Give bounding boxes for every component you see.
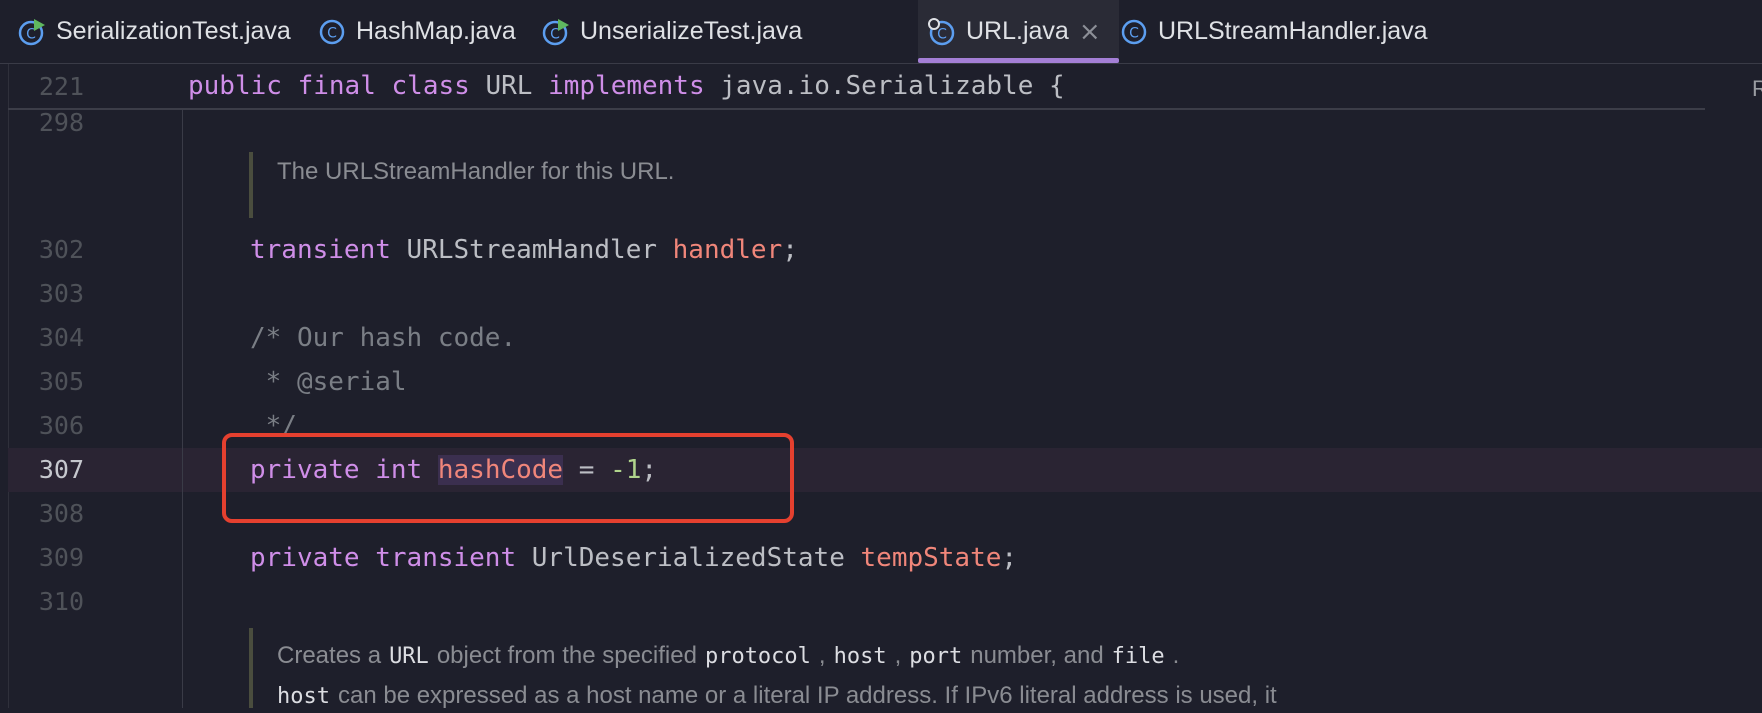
tab-label: UnserializeTest.java: [580, 17, 803, 45]
doc-text: can be expressed as a host name or a lit…: [337, 682, 1277, 709]
scrollbar-marker: R: [1752, 76, 1762, 101]
type-name: UrlDeserializedState: [531, 543, 845, 573]
java-class-icon: C: [1121, 19, 1147, 44]
interface-name: java.io.Serializable: [720, 71, 1034, 101]
line-number: 304: [38, 323, 84, 352]
svg-text:C: C: [327, 25, 337, 41]
type-name: URLStreamHandler: [406, 235, 657, 265]
line-number: 303: [38, 279, 84, 308]
line-number: 308: [38, 499, 84, 528]
doc-comment-bar: [249, 628, 253, 708]
doc-code: host: [277, 684, 330, 709]
class-name: URL: [485, 71, 533, 101]
line-number-current: 307: [38, 455, 84, 484]
brace: {: [1049, 71, 1065, 101]
doc-text: .: [1172, 642, 1180, 669]
semicolon: ;: [782, 235, 798, 265]
rendered-doc-comment: Creates a URL object from the specified pro…: [277, 640, 1179, 673]
tab-urlstreamhandler[interactable]: C URLStreamHandler.java: [1120, 0, 1428, 63]
keyword: final: [297, 71, 376, 101]
keyword: public: [188, 71, 282, 101]
java-class-icon: C: [319, 19, 345, 44]
tab-label: URLStreamHandler.java: [1158, 17, 1428, 45]
svg-text:C: C: [937, 26, 947, 42]
doc-code: file: [1111, 644, 1165, 669]
svg-text:C: C: [1129, 25, 1139, 41]
java-run-class-icon: C: [542, 18, 569, 45]
sticky-class-header[interactable]: public final class URL implements java.i…: [188, 70, 1065, 102]
field-name: handler: [672, 235, 783, 265]
keyword: implements: [548, 71, 705, 101]
tab-label: SerializationTest.java: [56, 17, 291, 45]
doc-code: URL: [389, 644, 429, 669]
field-name: tempState: [860, 543, 1002, 573]
editor-tab-bar: C SerializationTest.java C HashMap.java …: [0, 0, 1762, 64]
doc-text: ,: [818, 642, 826, 669]
gutter-separator: [182, 110, 183, 708]
doc-comment-bar: [249, 152, 253, 218]
editor-left-border: [8, 64, 9, 708]
code-line-309[interactable]: private transient UrlDeserializedState t…: [250, 542, 1017, 574]
keyword: transient: [250, 235, 391, 265]
doc-code: host: [833, 644, 887, 669]
doc-code: protocol: [704, 644, 811, 669]
rendered-doc-comment: host can be expressed as a host name or a…: [277, 680, 1277, 713]
line-number: 305: [38, 367, 84, 396]
tab-unserializetest[interactable]: C UnserializeTest.java: [542, 0, 802, 63]
doc-text: object from the specified: [436, 642, 697, 669]
code-line-302[interactable]: transient URLStreamHandler handler;: [250, 234, 798, 266]
tab-hashmap[interactable]: C HashMap.java: [318, 0, 516, 63]
keyword: private: [250, 543, 360, 573]
doc-text: number, and: [970, 642, 1104, 669]
line-number: 302: [38, 235, 84, 264]
line-number: 310: [38, 587, 84, 616]
doc-text: Creates a: [277, 642, 382, 669]
java-run-class-icon: C: [18, 18, 45, 45]
line-number: 298: [38, 108, 84, 137]
line-number: 306: [38, 411, 84, 440]
rendered-doc-comment: The URLStreamHandler for this URL.: [277, 158, 675, 185]
java-class-icon: C: [928, 17, 955, 45]
code-comment[interactable]: /* Our hash code.: [250, 322, 516, 354]
line-number: 221: [38, 72, 84, 101]
tab-serializationtest[interactable]: C SerializationTest.java: [18, 0, 291, 63]
semicolon: ;: [1001, 543, 1018, 573]
tab-label: URL.java: [966, 17, 1069, 45]
close-icon[interactable]: ×: [1079, 17, 1101, 47]
doc-code: port: [909, 644, 963, 669]
tab-label: HashMap.java: [356, 17, 516, 45]
line-number: 309: [38, 543, 84, 572]
keyword: class: [391, 71, 470, 101]
tab-url-java[interactable]: C URL.java ×: [918, 0, 1119, 63]
sticky-header-separator: [8, 108, 1705, 110]
code-comment[interactable]: * @serial: [250, 366, 407, 398]
keyword: transient: [375, 543, 517, 573]
annotation-highlight-box: [222, 433, 794, 523]
